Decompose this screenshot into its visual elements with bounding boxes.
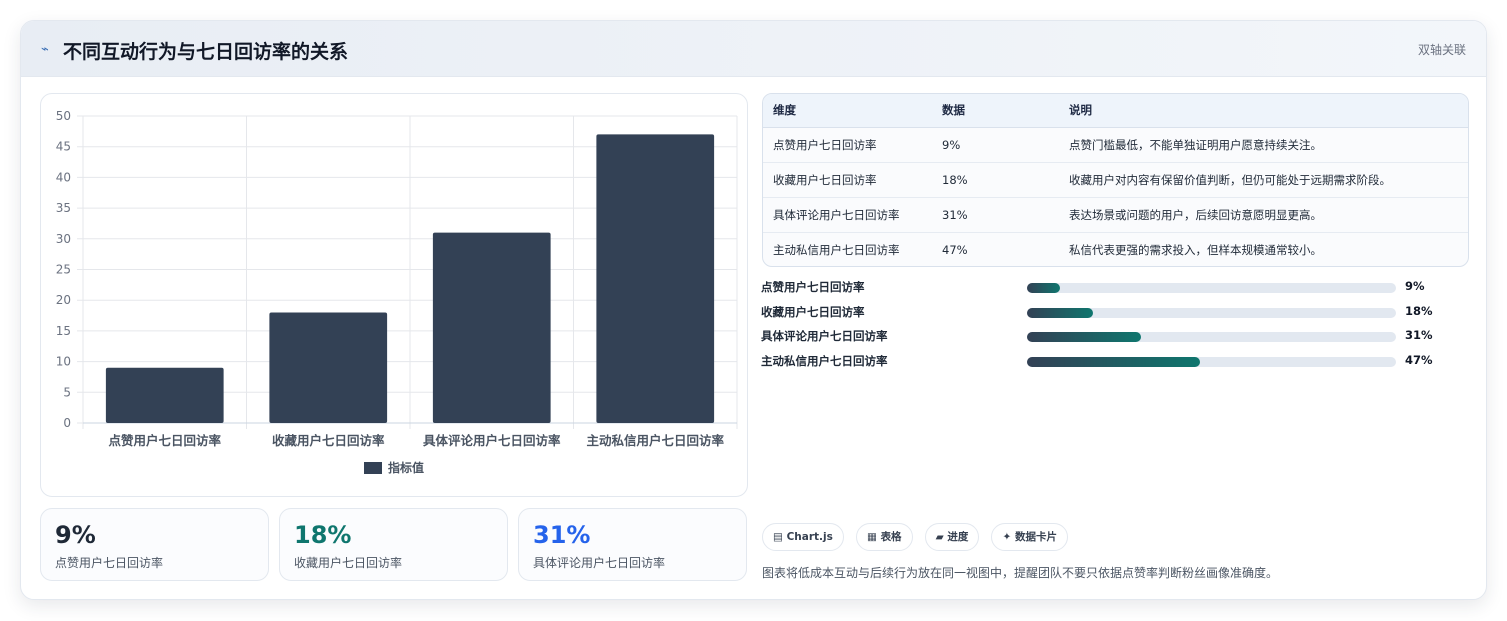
table-header-data: 数据 bbox=[932, 94, 1059, 128]
progress-track bbox=[1027, 307, 1396, 318]
chip-table[interactable]: ▦ 表格 bbox=[855, 523, 913, 551]
insight-card: ⌁ 不同互动行为与七日回访率的关系 双轴关联 0 5 10 15 20 25 30 35 40 4… bbox=[20, 20, 1487, 600]
progress-fill bbox=[1027, 332, 1142, 343]
table-header-row: 维度 数据 说明 bbox=[763, 94, 1468, 128]
table-cell: 主动私信用户七日回访率 bbox=[773, 242, 900, 257]
progress-fill bbox=[1027, 307, 1094, 318]
card-title: 不同互动行为与七日回访率的关系 bbox=[63, 41, 349, 63]
bar-4 bbox=[596, 134, 715, 424]
y-tick-label: 35 bbox=[56, 201, 71, 215]
table-cell: 表达场景或问题的用户，后续回访意愿明显更高。 bbox=[1059, 197, 1468, 233]
progress-label: 点赞用户七日回访率 bbox=[761, 280, 865, 294]
kpi-label: 点赞用户七日回访率 bbox=[55, 556, 164, 570]
chip-chartjs[interactable]: ▤ Chart.js bbox=[762, 523, 844, 551]
table-cell: 收藏用户对内容有保留价值判断，但仍可能处于远期需求阶段。 bbox=[1059, 162, 1468, 198]
progress-value: 31% bbox=[1405, 328, 1433, 343]
table-header-dimension: 维度 bbox=[763, 94, 932, 128]
table-header-description: 说明 bbox=[1059, 94, 1468, 128]
bar-2 bbox=[269, 312, 388, 423]
progress-track bbox=[1027, 332, 1396, 343]
y-tick-label: 10 bbox=[56, 355, 71, 369]
y-tick-label: 5 bbox=[63, 385, 71, 399]
feature-chips: ▤ Chart.js ▦ 表格 ▰ 进度 ✦ 数据卡片 bbox=[762, 523, 1075, 551]
bar-1 bbox=[105, 367, 224, 423]
kpi-card-likes: 9% 点赞用户七日回访率 bbox=[40, 508, 269, 581]
chip-label: 表格 bbox=[880, 531, 902, 543]
progress-track bbox=[1027, 283, 1396, 293]
kpi-label: 收藏用户七日回访率 bbox=[294, 556, 403, 570]
footnote: 图表将低成本互动与后续行为放在同一视图中，提醒团队不要只依据点赞率判断粉丝画像准… bbox=[762, 566, 1279, 580]
table-cell: 收藏用户七日回访率 bbox=[763, 162, 932, 198]
kpi-value: 9% bbox=[55, 521, 96, 549]
y-tick-label: 25 bbox=[56, 263, 71, 277]
card-icon: ✦ bbox=[1002, 531, 1012, 543]
table-row: 点赞用户七日回访率 9% 点赞门槛最低，不能单独证明用户愿意持续关注。 bbox=[763, 127, 1468, 163]
data-table: 维度 数据 说明 点赞用户七日回访率 9% 点赞门槛最低，不能单独证明用户愿意持… bbox=[762, 93, 1469, 267]
table-cell: 私信代表更强的需求投入，但样本规模通常较小。 bbox=[1069, 242, 1322, 257]
kpi-value: 31% bbox=[533, 521, 591, 549]
chart-icon: ▤ bbox=[773, 531, 783, 543]
table-cell: 9% bbox=[932, 127, 1059, 163]
kpi-value: 18% bbox=[294, 521, 352, 549]
chip-label: Chart.js bbox=[786, 531, 833, 543]
progress-row: 点赞用户七日回访率 9% bbox=[761, 277, 1461, 302]
legend-label: 指标值 bbox=[388, 460, 424, 475]
table-row: 主动私信用户七日回访率 47% 私信代表更强的需求投入，但样本规模通常较小。 bbox=[763, 232, 1468, 266]
x-tick-label: 主动私信用户七日回访率 bbox=[586, 433, 724, 448]
progress-label: 收藏用户七日回访率 bbox=[761, 304, 865, 319]
table-row: 具体评论用户七日回访率 31% 表达场景或问题的用户，后续回访意愿明显更高。 bbox=[763, 197, 1468, 233]
kpi-card-favorites: 18% 收藏用户七日回访率 bbox=[279, 508, 508, 581]
chip-data-card[interactable]: ✦ 数据卡片 bbox=[991, 523, 1068, 551]
progress-fill bbox=[1027, 283, 1061, 293]
y-tick-label: 30 bbox=[56, 232, 71, 246]
table-cell: 47% bbox=[942, 242, 968, 257]
chip-label: 进度 bbox=[947, 531, 969, 543]
y-tick-label: 50 bbox=[56, 109, 71, 123]
progress-label: 具体评论用户七日回访率 bbox=[761, 329, 888, 344]
table-icon: ▦ bbox=[866, 531, 877, 543]
y-tick-label: 20 bbox=[56, 293, 71, 307]
progress-row: 主动私信用户七日回访率 47% bbox=[761, 351, 1461, 376]
progress-label: 主动私信用户七日回访率 bbox=[761, 354, 888, 369]
table-cell: 18% bbox=[932, 162, 1059, 198]
progress-row: 收藏用户七日回访率 18% bbox=[761, 302, 1461, 327]
progress-fill bbox=[1027, 357, 1201, 368]
table-row: 收藏用户七日回访率 18% 收藏用户对内容有保留价值判断，但仍可能处于远期需求阶… bbox=[763, 162, 1468, 198]
progress-icon: ▰ bbox=[935, 531, 944, 543]
bar-chart: 0 5 10 15 20 25 30 35 40 45 50 点赞用户七日回访率 收藏用户七日回访率 具体… bbox=[40, 93, 748, 497]
table-cell: 点赞用户七日回访率 bbox=[763, 127, 932, 163]
bar-3 bbox=[432, 232, 551, 423]
table-cell: 点赞门槛最低，不能单独证明用户愿意持续关注。 bbox=[1059, 127, 1468, 163]
kpi-card-comments: 31% 具体评论用户七日回访率 bbox=[518, 508, 747, 581]
y-tick-label: 45 bbox=[56, 140, 71, 154]
y-tick-label: 15 bbox=[56, 324, 71, 338]
progress-row: 具体评论用户七日回访率 31% bbox=[761, 326, 1461, 351]
card-header: ⌁ 不同互动行为与七日回访率的关系 双轴关联 bbox=[21, 21, 1486, 77]
progress-value: 9% bbox=[1405, 279, 1425, 293]
kpi-label: 具体评论用户七日回访率 bbox=[533, 556, 666, 570]
y-tick-label: 0 bbox=[63, 416, 71, 430]
x-tick-label: 具体评论用户七日回访率 bbox=[422, 433, 561, 448]
legend-swatch bbox=[364, 462, 382, 474]
progress-value: 47% bbox=[1405, 353, 1433, 368]
progress-value: 18% bbox=[1405, 303, 1433, 318]
x-tick-label: 收藏用户七日回访率 bbox=[272, 433, 385, 448]
progress-list: 点赞用户七日回访率 9% 收藏用户七日回访率 18% 具体评论用户七日回访率 3… bbox=[761, 277, 1461, 376]
y-tick-label: 40 bbox=[56, 170, 71, 184]
chip-label: 数据卡片 bbox=[1014, 531, 1057, 543]
chip-progress[interactable]: ▰ 进度 bbox=[924, 523, 980, 551]
progress-track bbox=[1027, 357, 1396, 368]
table-cell: 具体评论用户七日回访率 bbox=[763, 197, 932, 233]
x-tick-label: 点赞用户七日回访率 bbox=[108, 433, 221, 448]
header-tag: 双轴关联 bbox=[1417, 43, 1466, 57]
bar-chart-svg: 0 5 10 15 20 25 30 35 40 45 50 点赞用户七日回访率 收藏用户七日回访率 具体… bbox=[56, 109, 738, 475]
table-cell: 31% bbox=[932, 197, 1059, 233]
pulse-icon: ⌁ bbox=[41, 42, 49, 57]
